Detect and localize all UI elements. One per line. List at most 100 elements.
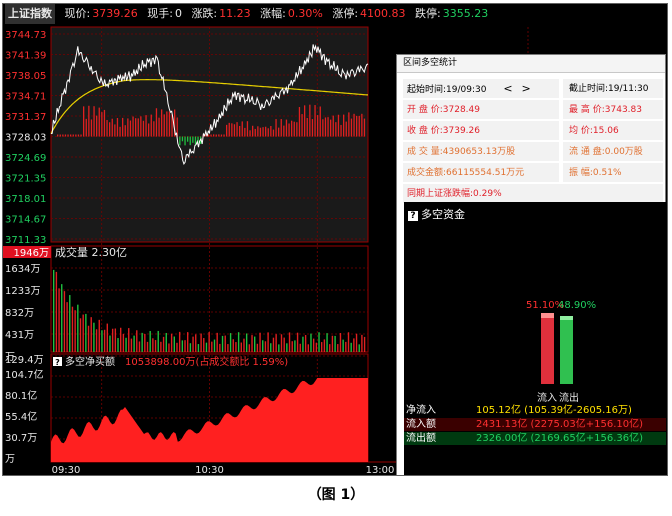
volume-bar (130, 338, 133, 352)
change-bar (210, 134, 212, 137)
help-icon-glyph: ? (55, 358, 60, 367)
price-axis-label: 3731.37 (5, 112, 46, 123)
volume-bar (315, 342, 318, 352)
price-axis-label: 3714.67 (5, 215, 46, 226)
inflow-row: 流入额 2431.13亿 (2275.03亿+156.10亿) (404, 418, 666, 431)
volume-bar (219, 343, 221, 352)
change-bar (272, 129, 275, 137)
limit-up-value: 4100.83 (360, 7, 406, 20)
pct-label: 涨幅: (260, 7, 286, 20)
outflow-pct: 48.90% (558, 300, 597, 311)
change-bar (337, 114, 340, 137)
change-bar (340, 124, 342, 137)
change-bar (301, 114, 303, 137)
panel-title: 区间多空统计 (397, 55, 665, 73)
change-bar (280, 119, 282, 137)
change-bar (330, 119, 332, 137)
change-bar (314, 105, 316, 137)
change-bar (267, 128, 269, 137)
volume-bar (323, 339, 326, 352)
change-bar (80, 134, 82, 137)
price-axis-label: 3724.69 (5, 153, 46, 164)
volume-bar (55, 271, 58, 352)
change-bar (153, 121, 155, 137)
volume-bar (192, 336, 194, 352)
volume-bar (79, 318, 82, 352)
change-bar (98, 107, 100, 137)
volume-bar (109, 335, 111, 352)
volume-value: 4390653.13万股 (442, 147, 516, 157)
volume-bar (117, 338, 119, 352)
volume-bar (197, 344, 200, 352)
change-bar (124, 125, 126, 137)
net-buy-axis-label: 129.4万 (5, 355, 44, 366)
end-time-value[interactable]: 19/11:30 (608, 84, 648, 94)
help-icon[interactable]: ? (408, 211, 418, 221)
change-bar (62, 134, 64, 137)
volume-bar (283, 337, 285, 352)
volume-bar (53, 269, 55, 352)
change-value: 11.23 (219, 7, 251, 20)
volume-bar (307, 344, 309, 352)
float-label: 流 通 盘: (569, 147, 605, 157)
change-bar (298, 107, 301, 137)
volume-bar (254, 336, 256, 352)
same-period-label: 同期上证涨跌幅: (407, 189, 474, 199)
volume-bar (248, 344, 251, 352)
outflow-amount-value: 2326.00亿 (2169.65亿+156.36亿) (476, 433, 644, 444)
volume-bar (270, 343, 272, 352)
volume-bar (203, 338, 205, 352)
volume-bar (304, 335, 307, 352)
change-bar (75, 134, 77, 137)
change-bar (132, 116, 134, 137)
change-bar (254, 128, 256, 137)
volume-bar (168, 343, 170, 352)
range-stats-panel[interactable]: 区间多空统计 起始时间:19/09:30 < > 截止时间:19/11:30 开… (396, 54, 666, 475)
volume-bar (361, 334, 363, 352)
price-axis-label: 3738.05 (5, 71, 46, 82)
volume-bar (342, 339, 344, 352)
change-bar (181, 136, 184, 142)
outflow-amount-label: 流出额 (406, 433, 436, 444)
change-bar (293, 121, 295, 137)
volume-bar (355, 333, 358, 352)
change-bar (137, 118, 139, 137)
outflow-row: 流出额 2326.00亿 (2169.65亿+156.36亿) (404, 432, 666, 445)
change-bar (64, 134, 67, 137)
volume-bar (74, 310, 76, 352)
change-bar (361, 113, 363, 137)
change-bar (90, 119, 93, 137)
change-bar (184, 136, 186, 146)
amount-value: 66115554.51万元 (446, 168, 525, 178)
net-buy-axis-label: 万 (5, 454, 15, 465)
prev-button[interactable]: < (503, 82, 512, 95)
change-bar (77, 134, 80, 137)
net-buy-axis-label: 104.7亿 (5, 368, 44, 381)
change-bar (93, 106, 95, 137)
change-bar (343, 114, 345, 137)
volume-bar (176, 342, 178, 352)
inflow-label: 流入 (537, 393, 557, 404)
amplitude-value: 0.51% (592, 168, 622, 178)
start-time-value[interactable]: 19/09:30 (446, 85, 486, 95)
change-bar (127, 118, 129, 137)
change-bar (70, 134, 72, 137)
change-bar (228, 122, 230, 137)
change-bar (304, 105, 306, 137)
close-value: 3739.26 (442, 126, 480, 136)
same-period-value: 0.29% (473, 189, 502, 199)
change-bar (145, 115, 147, 137)
volume-bar (160, 341, 162, 352)
change-bar (291, 120, 293, 137)
change-bar (252, 125, 254, 137)
start-time-label: 起始时间: (407, 85, 447, 95)
volume-bar (120, 327, 122, 352)
net-buy-title: 多空净买额 (65, 355, 115, 368)
index-name: 上证指数 (5, 4, 55, 24)
change-bar (236, 122, 238, 137)
net-inflow-row: 净流入 105.12亿 (105.39亿-2605.16万) (404, 404, 666, 417)
close-label: 收 盘 价: (407, 126, 443, 136)
next-button[interactable]: > (521, 82, 530, 95)
change-bar (296, 122, 298, 137)
change-bar (161, 109, 163, 137)
